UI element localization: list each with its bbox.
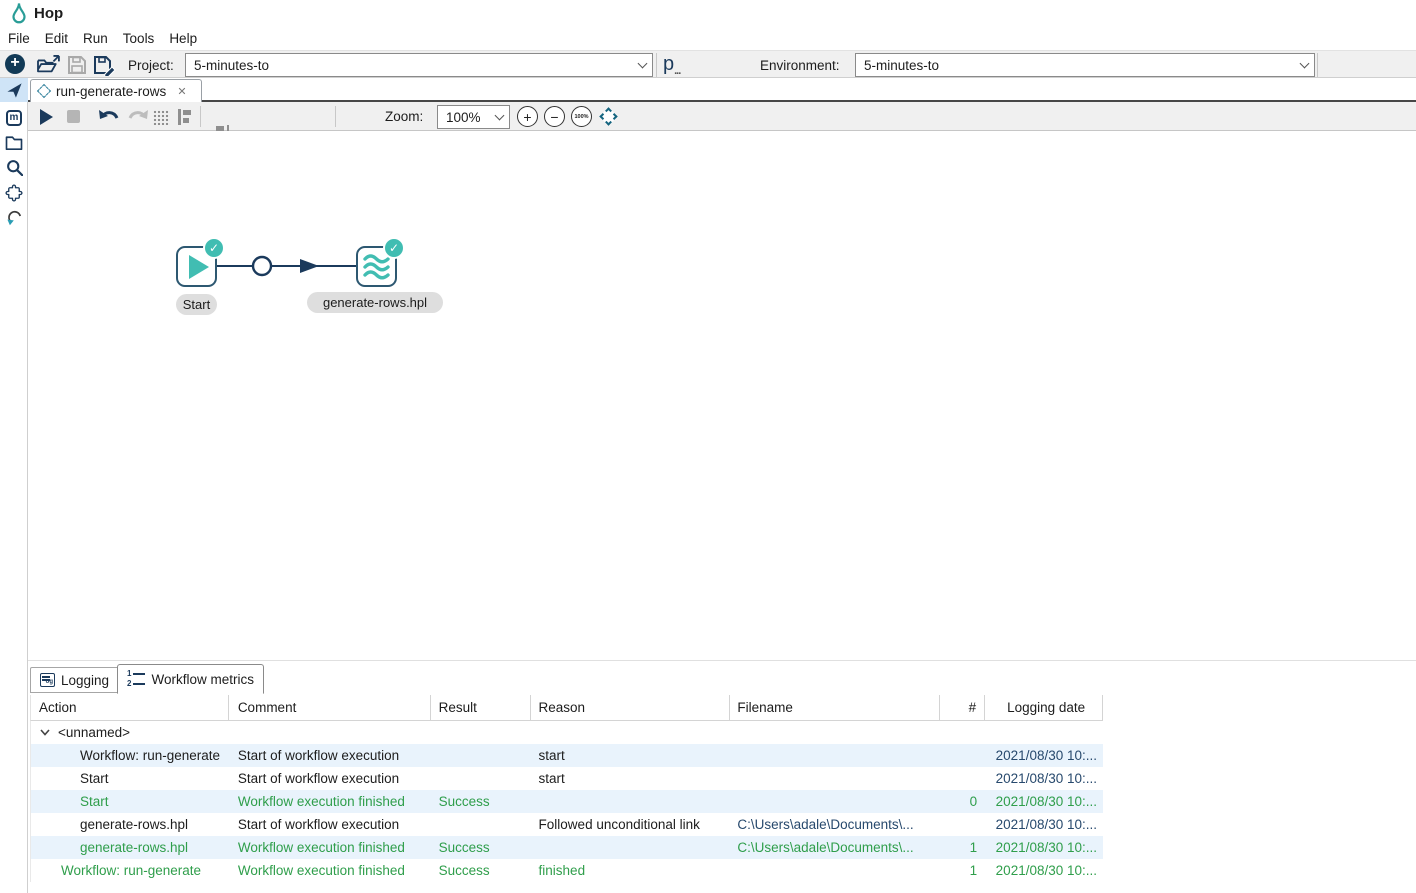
col-header-reason[interactable]: Reason xyxy=(531,695,731,720)
group-label: <unnamed> xyxy=(58,725,130,740)
col-header-count[interactable]: # xyxy=(940,695,985,720)
undo-button[interactable] xyxy=(98,109,120,125)
main-toolbar: + Project: 5-minutes-to p ... p + xyxy=(0,50,1416,78)
close-tab-icon[interactable]: ✕ xyxy=(177,85,186,98)
menu-file[interactable]: File xyxy=(8,31,30,46)
environment-label: Environment: xyxy=(760,58,840,73)
perspective-file-explorer[interactable] xyxy=(0,130,28,155)
perspective-metadata[interactable]: m xyxy=(0,105,28,130)
toolbar-separator xyxy=(656,53,657,77)
open-file-button[interactable] xyxy=(36,55,60,75)
app-title: Hop xyxy=(34,5,63,22)
success-check-icon: ✓ xyxy=(383,237,405,259)
col-header-filename[interactable]: Filename xyxy=(730,695,940,720)
col-header-logging-date[interactable]: Logging date xyxy=(985,695,1103,720)
title-bar: Hop xyxy=(0,0,1416,26)
align-left-button[interactable] xyxy=(178,109,195,125)
hop-logo-icon xyxy=(10,2,28,24)
zoom-100-button[interactable]: 100% xyxy=(571,106,592,127)
zoom-combo-value: 100% xyxy=(446,110,496,125)
project-combo-value: 5-minutes-to xyxy=(194,58,639,73)
table-row[interactable]: Workflow: run-generate Workflow executio… xyxy=(31,859,1103,882)
chevron-down-icon[interactable] xyxy=(1300,58,1310,68)
execution-results-panel: og Logging 1 2 Workflow metrics Action C… xyxy=(28,660,1416,893)
environment-combo-value: 5-minutes-to xyxy=(864,58,1301,73)
zoom-in-button[interactable]: + xyxy=(517,106,538,127)
col-header-action[interactable]: Action xyxy=(31,695,229,720)
logging-icon: og xyxy=(40,673,55,687)
environment-combo[interactable]: 5-minutes-to xyxy=(855,53,1315,77)
folder-icon xyxy=(5,135,23,150)
run-workflow-button[interactable] xyxy=(40,109,53,125)
zoom-combo[interactable]: 100% xyxy=(437,105,510,129)
toolbar-separator xyxy=(1317,53,1318,77)
table-row[interactable]: generate-rows.hpl Workflow execution fin… xyxy=(31,836,1103,859)
perspective-plugins[interactable] xyxy=(0,180,28,205)
menu-bar: File Edit Run Tools Help xyxy=(0,26,1416,50)
menu-help[interactable]: Help xyxy=(169,31,197,46)
zoom-label: Zoom: xyxy=(385,109,423,124)
node-label-generate-rows[interactable]: generate-rows.hpl xyxy=(307,292,443,313)
workflow-canvas[interactable]: ✓ Start ✓ generate-rows.hpl xyxy=(28,131,1416,660)
metrics-table-header: Action Comment Result Reason Filename # … xyxy=(30,695,1103,721)
chevron-down-icon[interactable] xyxy=(638,58,648,68)
tab-logging-label: Logging xyxy=(61,673,109,688)
save-button[interactable] xyxy=(67,55,87,75)
tab-logging[interactable]: og Logging xyxy=(30,667,119,693)
metrics-table-body: <unnamed> Workflow: run-generate Start o… xyxy=(30,721,1103,882)
perspective-neo4j[interactable] xyxy=(0,205,28,230)
success-check-icon: ✓ xyxy=(203,237,225,259)
project-label: Project: xyxy=(128,58,174,73)
redo-button[interactable] xyxy=(127,109,149,125)
file-tab-bar: run-generate-rows ✕ xyxy=(28,78,1416,102)
node-label-start[interactable]: Start xyxy=(176,294,217,315)
menu-run[interactable]: Run xyxy=(83,31,108,46)
perspective-search[interactable] xyxy=(0,155,28,180)
metrics-list-icon: 1 2 xyxy=(127,670,145,688)
hop-link[interactable] xyxy=(216,246,356,286)
toolbar-separator xyxy=(335,106,336,127)
group-row[interactable]: <unnamed> xyxy=(31,721,1103,744)
menu-tools[interactable]: Tools xyxy=(123,31,155,46)
hop-arrow-icon xyxy=(6,209,23,226)
table-row[interactable]: generate-rows.hpl Start of workflow exec… xyxy=(31,813,1103,836)
start-action-icon xyxy=(189,255,209,279)
chevron-down-icon[interactable] xyxy=(495,110,505,120)
project-combo[interactable]: 5-minutes-to xyxy=(185,53,653,77)
zoom-out-button[interactable]: − xyxy=(544,106,565,127)
search-icon xyxy=(6,159,23,176)
tab-workflow-metrics[interactable]: 1 2 Workflow metrics xyxy=(117,664,264,694)
perspective-sidebar: m xyxy=(0,78,28,893)
puzzle-icon xyxy=(5,184,23,202)
toolbar-separator xyxy=(200,106,201,127)
metadata-icon: m xyxy=(6,110,22,126)
stop-workflow-button[interactable] xyxy=(67,110,80,123)
tab-label: run-generate-rows xyxy=(56,84,166,99)
workflow-icon xyxy=(37,84,51,98)
fit-to-screen-button[interactable] xyxy=(599,107,617,125)
tab-run-generate-rows[interactable]: run-generate-rows ✕ xyxy=(30,79,202,102)
table-row[interactable]: Start Workflow execution finished Succes… xyxy=(31,790,1103,813)
paper-plane-icon xyxy=(6,82,23,99)
menu-edit[interactable]: Edit xyxy=(45,31,68,46)
new-item-button[interactable]: + xyxy=(5,54,25,74)
col-header-result[interactable]: Result xyxy=(431,695,531,720)
tab-metrics-label: Workflow metrics xyxy=(151,672,254,687)
hop-window: Hop File Edit Run Tools Help + Project: … xyxy=(0,0,1416,893)
canvas-toolbar: Zoom: 100% + − 100% xyxy=(28,102,1416,131)
perspective-data-orchestration[interactable] xyxy=(0,78,28,102)
col-header-comment[interactable]: Comment xyxy=(229,695,431,720)
table-row[interactable]: Workflow: run-generate Start of workflow… xyxy=(31,744,1103,767)
save-as-button[interactable] xyxy=(93,55,116,76)
chevron-down-icon[interactable] xyxy=(40,729,50,736)
show-grid-button[interactable] xyxy=(153,110,170,125)
table-row[interactable]: Start Start of workflow execution start … xyxy=(31,767,1103,790)
